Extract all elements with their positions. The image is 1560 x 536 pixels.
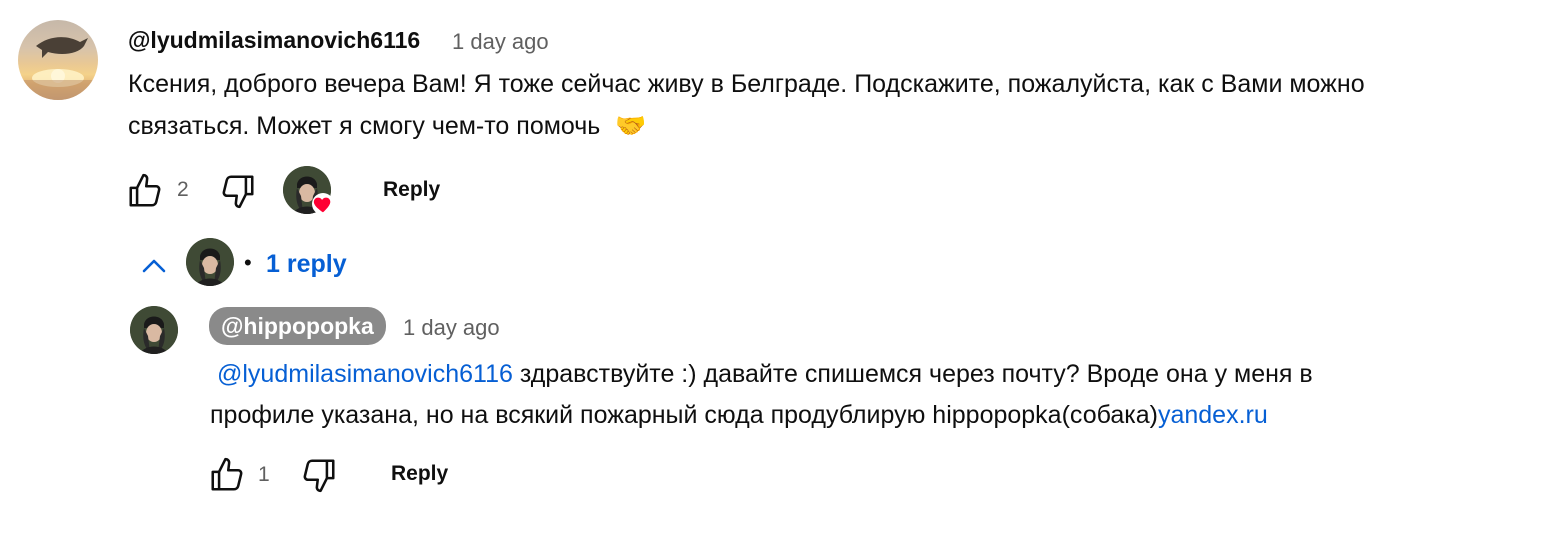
replier-avatar-thumbnail: [186, 238, 234, 286]
thumbs-up-icon: [211, 457, 243, 491]
mention-link[interactable]: @lyudmilasimanovich6116: [217, 360, 513, 388]
dislike-button[interactable]: [219, 172, 257, 210]
reply-like-button[interactable]: [208, 456, 246, 494]
creator-heart-badge: [312, 193, 334, 215]
reply-button[interactable]: Reply: [383, 178, 440, 202]
comment-timestamp[interactable]: 1 day ago: [452, 29, 549, 55]
replies-toggle-label[interactable]: 1 reply: [266, 250, 347, 279]
thumbs-down-icon: [303, 459, 335, 493]
comment-text: связаться. Может я смогу чем-то помочь: [128, 112, 601, 140]
reply-like-count: 1: [258, 463, 270, 486]
comment-text-line-2: связаться. Может я смогу чем-то помочь 🤝: [128, 106, 646, 147]
reply-reply-button[interactable]: Reply: [391, 462, 448, 486]
like-count: 2: [177, 178, 189, 201]
comment-text-line-1: Ксения, доброго вечера Вам! Я тоже сейча…: [128, 70, 1365, 98]
chevron-up-icon: [142, 259, 166, 273]
heart-icon: [313, 197, 331, 213]
reply-avatar[interactable]: [130, 306, 178, 354]
avatar[interactable]: [18, 20, 98, 100]
separator-dot: •: [244, 250, 252, 275]
like-button[interactable]: [126, 172, 164, 210]
reply-dislike-button[interactable]: [300, 456, 338, 494]
reply-avatar-image: [130, 306, 178, 354]
replier-avatar-image: [186, 238, 234, 286]
reply-author-chip[interactable]: @hippopopka: [209, 307, 386, 345]
reply-text-line-2: профиле указана, но на всякий пожарный с…: [210, 395, 1268, 436]
collapse-replies-button[interactable]: [140, 254, 168, 278]
reply-text-part: профиле указана, но на всякий пожарный с…: [210, 401, 1158, 429]
thumbs-up-icon: [129, 173, 161, 207]
dolphin-avatar-image: [18, 37, 98, 100]
reply-text-part: здравствуйте :) давайте спишемся через п…: [512, 360, 1313, 388]
thumbs-down-icon: [222, 175, 254, 209]
email-domain-link[interactable]: yandex.ru: [1158, 401, 1268, 429]
comment-author[interactable]: @lyudmilasimanovich6116: [128, 27, 420, 54]
reply-text-line-1: @lyudmilasimanovich6116 здравствуйте :) …: [210, 354, 1313, 395]
handshake-emoji: 🤝: [615, 112, 647, 140]
reply-timestamp[interactable]: 1 day ago: [403, 315, 500, 341]
